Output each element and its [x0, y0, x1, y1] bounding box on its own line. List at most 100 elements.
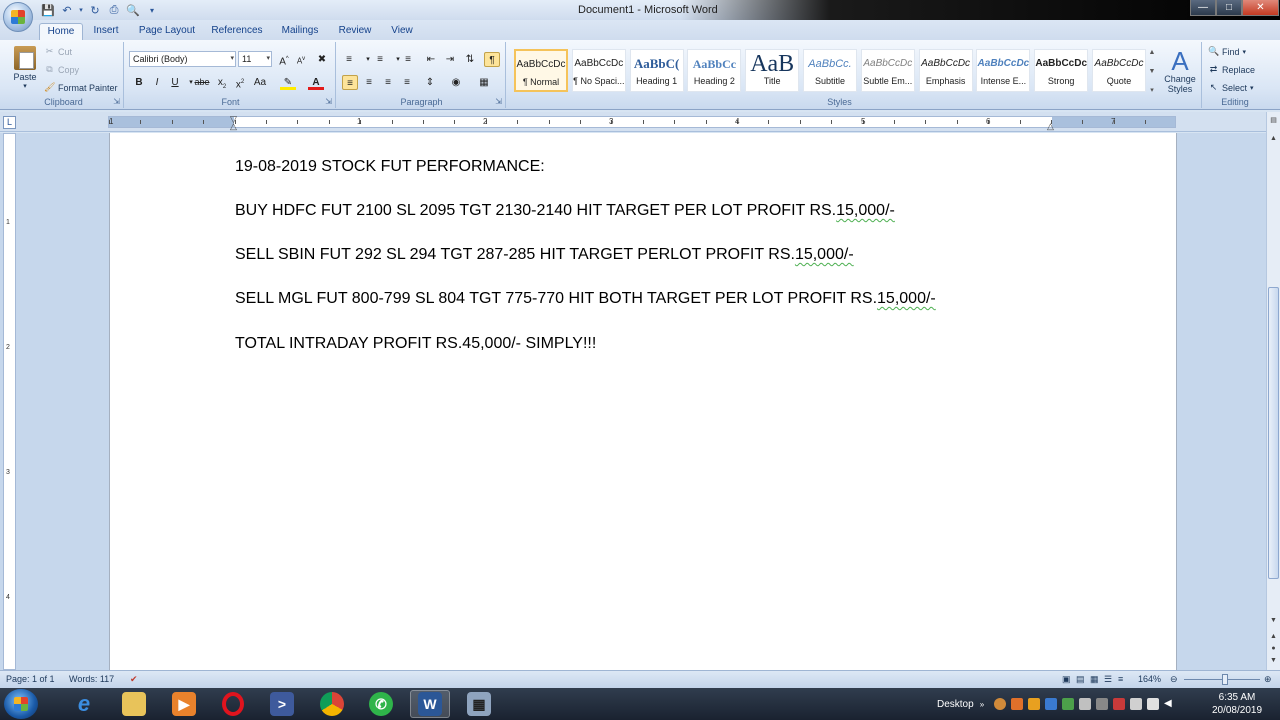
show-formatting-marks-icon[interactable]: ¶	[484, 52, 500, 67]
strikethrough-icon[interactable]: abe	[194, 75, 210, 90]
tray-app-icon[interactable]	[1028, 698, 1040, 710]
next-page-icon[interactable]: ▼	[1267, 654, 1280, 667]
scrollbar-thumb[interactable]	[1268, 287, 1279, 579]
justify-icon[interactable]: ≡	[399, 75, 415, 90]
calculator-icon[interactable]: ▦	[459, 690, 499, 718]
web-layout-icon[interactable]: ▦	[1090, 674, 1099, 685]
tray-app-icon[interactable]	[994, 698, 1006, 710]
styles-scroll[interactable]: ▲ ▼ ▾	[1146, 49, 1158, 94]
desktop-toolbar[interactable]: Desktop »	[937, 688, 984, 720]
copy-button[interactable]: ⧉ Copy	[44, 64, 79, 75]
shading-icon[interactable]: ◉	[448, 75, 464, 90]
zoom-slider-knob[interactable]	[1222, 674, 1228, 685]
more-styles-icon[interactable]: ▾	[1146, 86, 1158, 94]
font-color-icon[interactable]: A	[308, 75, 324, 90]
style-quote[interactable]: AaBbCcDc Quote	[1092, 49, 1146, 92]
minimize-button[interactable]: —	[1190, 0, 1216, 16]
document-line[interactable]: SELL MGL FUT 800-799 SL 804 TGT 775-770 …	[235, 290, 936, 308]
tray-app-icon[interactable]	[1062, 698, 1074, 710]
start-button[interactable]	[4, 689, 38, 719]
style-strong[interactable]: AaBbCcDc Strong	[1034, 49, 1089, 92]
document-line[interactable]: BUY HDFC FUT 2100 SL 2095 TGT 2130-2140 …	[235, 202, 895, 220]
right-indent-icon[interactable]: △	[1047, 121, 1054, 132]
decrease-indent-icon[interactable]: ⇤	[423, 52, 439, 67]
powershell-icon[interactable]: >	[262, 690, 302, 718]
borders-icon[interactable]: ▦	[476, 75, 492, 90]
print-icon[interactable]: ⎙	[106, 3, 122, 18]
undo-dropdown-icon[interactable]: ▾	[78, 3, 84, 18]
change-case-icon[interactable]: Aa	[252, 75, 268, 90]
tray-app-icon[interactable]	[1045, 698, 1057, 710]
sort-icon[interactable]: ⇅	[462, 52, 478, 67]
hanging-indent-icon[interactable]: △	[230, 121, 237, 132]
document-line[interactable]: TOTAL INTRADAY PROFIT RS.45,000/- SIMPLY…	[235, 335, 596, 353]
subscript-icon[interactable]: x2	[214, 75, 230, 90]
draft-view-icon[interactable]: ≡	[1118, 674, 1123, 684]
word-taskbar-icon[interactable]: W	[410, 690, 450, 718]
proofing-icon[interactable]: ✔	[130, 674, 138, 685]
print-preview-icon[interactable]: 🔍	[125, 3, 141, 18]
clock[interactable]: 6:35 AM 20/08/2019	[1210, 691, 1264, 717]
font-size-combo[interactable]: 11 ▾	[238, 51, 272, 67]
network-icon[interactable]	[1130, 698, 1142, 710]
select-button[interactable]: ↖ Select ▾	[1208, 82, 1254, 93]
scroll-down-icon[interactable]: ▼	[1267, 614, 1280, 627]
zoom-out-icon[interactable]: ⊖	[1170, 674, 1178, 685]
bold-icon[interactable]: B	[131, 75, 147, 90]
document-line[interactable]: SELL SBIN FUT 292 SL 294 TGT 287-285 HIT…	[235, 246, 854, 264]
outline-view-icon[interactable]: ☰	[1104, 674, 1112, 685]
chrome-icon[interactable]	[312, 690, 352, 718]
tray-app-icon[interactable]	[1011, 698, 1023, 710]
internet-explorer-icon[interactable]: e	[64, 690, 104, 718]
undo-icon[interactable]: ↶	[59, 3, 75, 18]
cut-button[interactable]: ✂ Cut	[44, 46, 72, 57]
tray-app-icon[interactable]	[1096, 698, 1108, 710]
highlight-icon[interactable]: ✎	[280, 75, 296, 90]
increase-indent-icon[interactable]: ⇥	[442, 52, 458, 67]
dialog-launcher-icon[interactable]: ⇲	[495, 97, 502, 106]
change-styles-button[interactable]: A Change Styles	[1161, 48, 1199, 94]
ruler-bar[interactable]: 1 1 2 3 4 5 6 7 ▽ △ △	[108, 114, 1176, 131]
tab-review[interactable]: Review	[335, 23, 375, 40]
page-count[interactable]: Page: 1 of 1	[6, 674, 55, 684]
paste-button[interactable]: Paste ▾	[10, 46, 40, 94]
document-line[interactable]: 19-08-2019 STOCK FUT PERFORMANCE:	[235, 158, 545, 176]
print-layout-view-icon[interactable]: ▣	[1062, 674, 1071, 685]
zoom-slider[interactable]	[1184, 674, 1260, 685]
tray-app-icon[interactable]	[1079, 698, 1091, 710]
dialog-launcher-icon[interactable]: ⇲	[325, 97, 332, 106]
redo-icon[interactable]: ↻	[87, 3, 103, 18]
superscript-icon[interactable]: x2	[232, 75, 248, 90]
dialog-launcher-icon[interactable]: ⇲	[113, 97, 120, 106]
tab-page-layout[interactable]: Page Layout	[136, 23, 198, 40]
zoom-level[interactable]: 164%	[1138, 674, 1161, 684]
font-name-combo[interactable]: Calibri (Body) ▾	[129, 51, 236, 67]
tab-selector-icon[interactable]: L	[3, 116, 16, 129]
style-no-spaci[interactable]: AaBbCcDc ¶ No Spaci...	[571, 49, 626, 92]
customize-qat-icon[interactable]: ▾	[144, 3, 160, 18]
scroll-up-icon[interactable]: ▲	[1267, 132, 1280, 145]
align-right-icon[interactable]: ≡	[380, 75, 396, 90]
style-subtle-em[interactable]: AaBbCcDc Subtle Em...	[860, 49, 915, 92]
clear-formatting-icon[interactable]: ✖	[314, 52, 330, 67]
align-left-icon[interactable]: ≡	[342, 75, 358, 90]
multilevel-list-icon[interactable]: ≡	[400, 52, 416, 67]
save-icon[interactable]: 💾	[40, 3, 56, 18]
tab-insert[interactable]: Insert	[88, 23, 124, 40]
scroll-up-icon[interactable]: ▲	[1146, 49, 1158, 56]
style-title[interactable]: AaB Title	[745, 49, 800, 92]
opera-icon[interactable]	[213, 690, 253, 718]
zoom-in-icon[interactable]: ⊕	[1264, 674, 1272, 685]
underline-icon[interactable]: U	[167, 75, 183, 90]
tray-app-icon[interactable]	[1113, 698, 1125, 710]
whatsapp-icon[interactable]: ✆	[361, 690, 401, 718]
style-emphasis[interactable]: AaBbCcDc Emphasis	[918, 49, 973, 92]
replace-button[interactable]: ⇄ Replace	[1208, 64, 1255, 75]
volume-icon[interactable]: ◀	[1164, 698, 1176, 710]
file-explorer-icon[interactable]	[114, 690, 154, 718]
word-count[interactable]: Words: 117	[69, 674, 114, 684]
office-button[interactable]	[3, 2, 33, 32]
action-center-icon[interactable]	[1147, 698, 1159, 710]
tab-mailings[interactable]: Mailings	[278, 23, 322, 40]
ruler-toggle-icon[interactable]: ▤	[1267, 114, 1280, 127]
